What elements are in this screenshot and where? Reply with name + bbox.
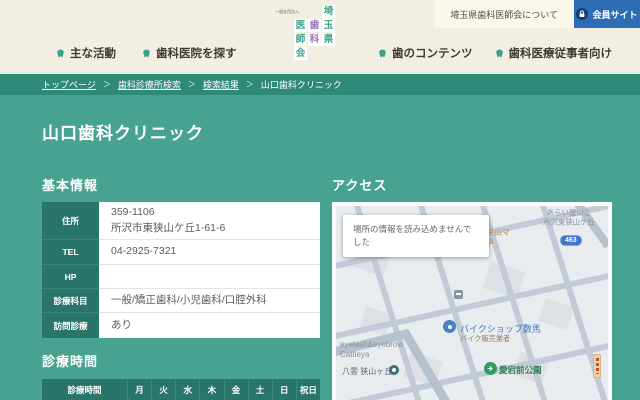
map-error-popup: 場所の情報を読み込めませんでした — [343, 215, 489, 258]
corporate-type-label: 一般社団法人 — [275, 9, 299, 15]
basic-info-table: 住所 359-1106 所沢市東狭山ケ丘1-61-6 TEL 04-2925-7… — [42, 202, 320, 338]
logo-char: 玉 — [322, 19, 335, 32]
day-header: 日 — [273, 379, 297, 400]
map-container: あらい屋いこ 所沢東狭山ケ丘 463 狭山マ亭 バイクショップ數馬 バイク販売業… — [332, 202, 612, 400]
basic-info-heading: 基本情報 — [42, 178, 99, 193]
page-title: 山口歯科クリニック — [42, 124, 204, 143]
member-site-label: 会員サイト — [592, 9, 638, 20]
yakumo-pin-icon — [389, 365, 399, 375]
hours-table-header: 診療時間 月 火 水 木 金 土 日 祝日 — [42, 379, 320, 400]
tooth-icon — [495, 49, 503, 57]
row-value: 359-1106 所沢市東狭山ケ丘1-61-6 — [99, 202, 320, 240]
member-site-button[interactable]: 会員サイト — [574, 0, 640, 28]
nav-left-group: 主な活動 歯科医院を探す — [56, 45, 237, 61]
logo-column-shika: 歯 科 — [308, 19, 321, 46]
breadcrumb-separator: ＞ — [102, 80, 111, 89]
nav-label: 歯科医療従事者向け — [508, 48, 613, 60]
row-label: HP — [42, 265, 99, 289]
park-label[interactable]: 愛宕前公園 — [499, 364, 542, 376]
main-content: 山口歯科クリニック 基本情報 住所 359-1106 所沢市東狭山ケ丘1-61-… — [0, 95, 640, 400]
breadcrumb-search-link[interactable]: 歯科診療所検索 — [118, 78, 181, 91]
about-association-link[interactable]: 埼玉県歯科医師会について — [434, 0, 574, 28]
eyelash-salon-label: eyelash&eyebrow Cattleya — [340, 340, 404, 360]
logo-char: 師 — [294, 33, 307, 46]
breadcrumb: トップページ ＞ 歯科診療所検索 ＞ 検索結果 ＞ 山口歯科クリニック — [0, 72, 640, 95]
breadcrumb-results-link[interactable]: 検索結果 — [203, 78, 239, 91]
day-header: 祝日 — [299, 385, 317, 395]
association-logo[interactable]: 一般社団法人 医 師 会 歯 科 埼 玉 県 — [275, 4, 339, 70]
logo-char: 会 — [294, 47, 307, 60]
google-map[interactable]: あらい屋いこ 所沢東狭山ケ丘 463 狭山マ亭 バイクショップ數馬 バイク販売業… — [336, 206, 608, 400]
table-row-departments: 診療科目 一般/矯正歯科/小児歯科/口腔外科 — [42, 289, 320, 313]
row-value: 一般/矯正歯科/小児歯科/口腔外科 — [99, 289, 320, 313]
row-label: TEL — [42, 240, 99, 265]
nav-item-tooth-contents[interactable]: 歯のコンテンツ — [378, 45, 473, 61]
tooth-icon — [57, 49, 64, 57]
table-row-tel: TEL 04-2925-7321 — [42, 240, 320, 265]
nav-right-group: 歯のコンテンツ 歯科医療従事者向け — [378, 45, 612, 61]
logo-char: 埼 — [322, 5, 335, 18]
map-restaurant-label: 狭山マ亭 — [486, 228, 510, 248]
breadcrumb-current: 山口歯科クリニック — [260, 80, 342, 90]
logo-char: 歯 — [308, 19, 321, 32]
day-header: 金 — [225, 379, 249, 400]
nav-label: 歯のコンテンツ — [392, 48, 473, 60]
shrine-marker — [593, 354, 601, 378]
site-header: 埼玉県歯科医師会について 会員サイト 一般社団法人 医 師 会 歯 科 埼 玉 — [0, 0, 640, 72]
nav-item-professionals[interactable]: 歯科医療従事者向け — [495, 45, 613, 61]
day-header: 水 — [176, 379, 201, 400]
logo-column-saitama: 埼 玉 県 — [322, 5, 335, 46]
table-row-home-visit: 訪問診療 あり — [42, 313, 320, 338]
park-pin-icon — [484, 362, 497, 375]
nav-label: 歯科医院を探す — [156, 48, 237, 60]
nav-item-main-activities[interactable]: 主な活動 — [56, 45, 116, 61]
day-header: 土 — [249, 379, 273, 400]
table-row-hp: HP — [42, 265, 320, 289]
row-label: 住所 — [42, 202, 99, 240]
row-value: あり — [99, 313, 320, 338]
row-value: 04-2925-7321 — [99, 240, 320, 265]
row-value — [99, 265, 320, 289]
page-root: 埼玉県歯科医師会について 会員サイト 一般社団法人 医 師 会 歯 科 埼 玉 — [0, 0, 640, 400]
row-label: 訪問診療 — [42, 313, 99, 338]
tooth-icon — [143, 49, 150, 57]
day-header: 火 — [152, 379, 177, 400]
logo-char: 医 — [294, 19, 307, 32]
row-label: 診療科目 — [42, 289, 99, 313]
logo-char: 県 — [322, 33, 335, 46]
bike-shop-pin-icon — [443, 320, 456, 333]
tooth-icon — [379, 49, 386, 57]
bike-shop-sublabel: バイク販売業者 — [460, 334, 511, 343]
hours-col-header: 診療時間 — [42, 379, 128, 400]
bus-stop-icon — [454, 290, 463, 299]
breadcrumb-separator: ＞ — [187, 80, 196, 89]
nav-item-find-clinic[interactable]: 歯科医院を探す — [142, 45, 237, 61]
yakumo-label: 八雲 狭山ヶ丘 — [342, 367, 393, 376]
logo-char: 科 — [308, 33, 321, 46]
day-header: 木 — [200, 379, 225, 400]
breadcrumb-home-link[interactable]: トップページ — [42, 78, 96, 91]
table-row-address: 住所 359-1106 所沢市東狭山ケ丘1-61-6 — [42, 202, 320, 240]
day-header: 月 — [128, 379, 153, 400]
logo-column-ishikai: 医 師 会 — [294, 19, 307, 60]
access-heading: アクセス — [332, 178, 388, 193]
breadcrumb-separator: ＞ — [245, 80, 254, 89]
nav-label: 主な活動 — [70, 48, 116, 60]
hours-heading: 診療時間 — [42, 354, 99, 369]
map-area-label: あらい屋いこ 所沢東狭山ケ丘 — [543, 208, 595, 227]
route-463-badge: 463 — [560, 235, 582, 246]
lock-icon — [576, 8, 589, 20]
